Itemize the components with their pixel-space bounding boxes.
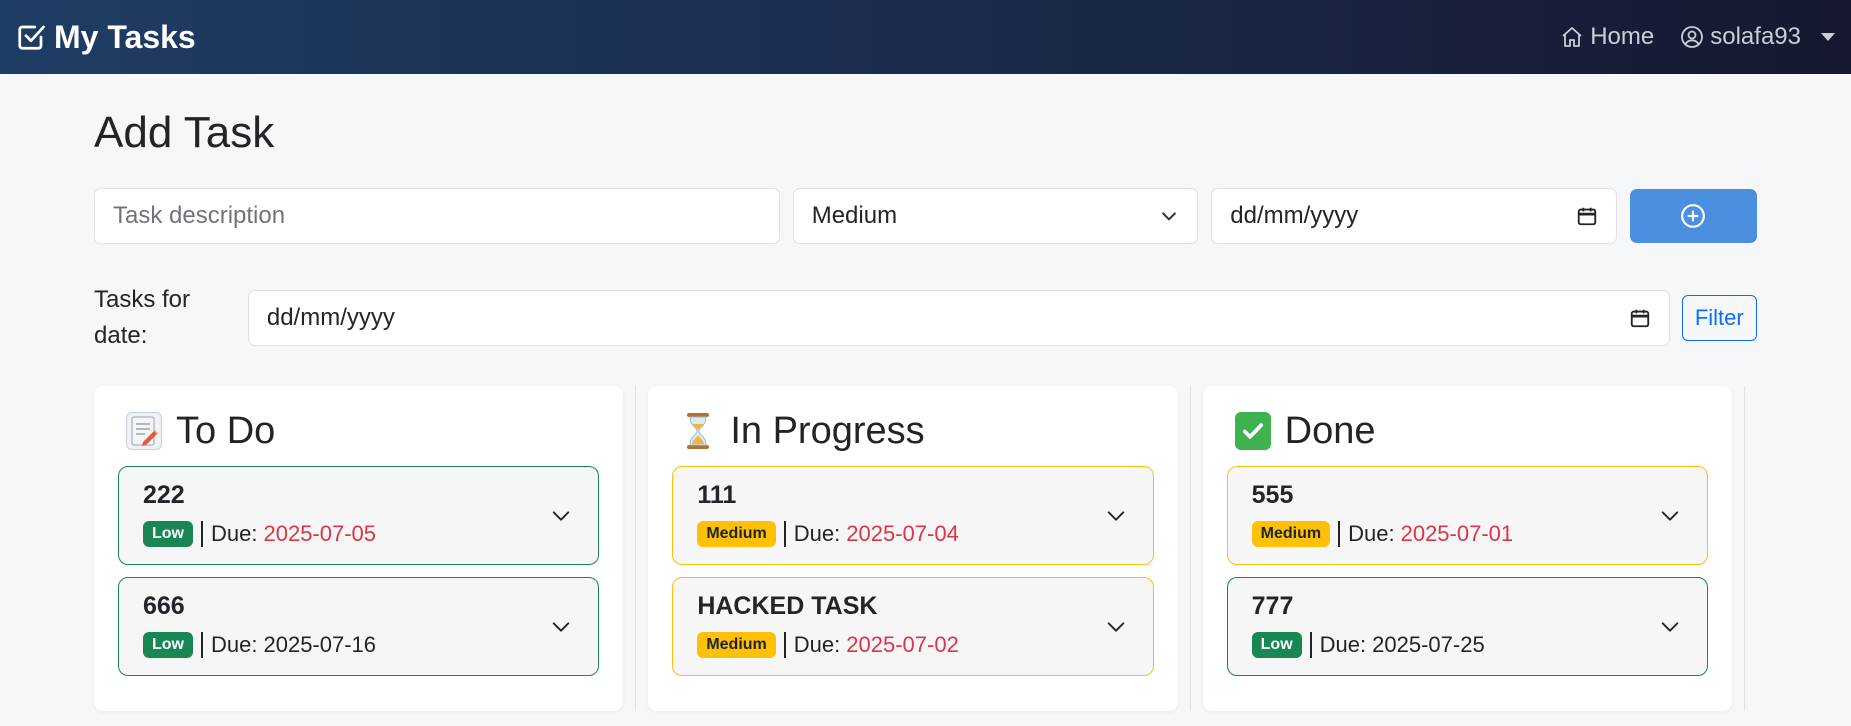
column-separator (635, 386, 637, 711)
due-date: 2025-07-16 (263, 632, 377, 657)
task-card[interactable]: 555 Medium Due: 2025-07-01 (1226, 466, 1709, 565)
priority-select-value: Medium (811, 202, 898, 229)
column-separator (1744, 386, 1745, 711)
column-in-progress: In Progress 111 Medium Due: 2025-07-04 H… (648, 386, 1178, 711)
divider (201, 632, 203, 658)
task-title: 111 (697, 481, 737, 509)
filter-date-input[interactable]: dd/mm/yyyy (247, 290, 1670, 346)
person-circle-icon (1681, 26, 1704, 48)
task-meta: Medium Due: 2025-07-01 (1251, 521, 1683, 547)
divider (783, 632, 786, 658)
column-title: Done (1284, 409, 1376, 452)
chevron-down-icon[interactable] (550, 505, 572, 527)
priority-badge: Medium (697, 632, 776, 658)
caret-down-icon (1821, 33, 1835, 41)
task-card[interactable]: HACKED TASK Medium Due: 2025-07-02 (672, 577, 1154, 676)
chevron-down-icon (1162, 212, 1177, 221)
chevron-down-icon[interactable] (550, 616, 572, 638)
priority-select[interactable]: Medium (792, 188, 1199, 244)
user-label: solafa93 (1710, 23, 1801, 50)
priority-badge: Low (143, 632, 193, 658)
due-label: Due: (211, 521, 258, 546)
chevron-down-icon[interactable] (1105, 616, 1127, 638)
due-date: 2025-07-02 (846, 632, 959, 657)
user-menu[interactable]: solafa93 (1680, 23, 1835, 51)
priority-badge: Low (143, 521, 193, 547)
chevron-down-icon[interactable] (1659, 505, 1681, 527)
column-header: To Do (126, 408, 599, 454)
task-title: 777 (1251, 592, 1294, 620)
home-label: Home (1590, 23, 1655, 50)
task-meta: Medium Due: 2025-07-02 (697, 632, 1128, 658)
due-date-input[interactable]: dd/mm/yyyy (1211, 188, 1617, 244)
column-header: In Progress (680, 408, 1153, 454)
home-link[interactable]: Home (1560, 23, 1654, 51)
brand-label: My Tasks (54, 18, 196, 55)
task-meta: Low Due: 2025-07-05 (143, 521, 574, 547)
due-label: Due: (211, 632, 258, 657)
add-task-button[interactable] (1629, 189, 1757, 243)
main: Add Task Task description Medium dd/mm/y… (0, 108, 1851, 711)
divider (1338, 521, 1341, 547)
checkbox-icon (18, 25, 45, 50)
check-mark-button-icon (1234, 412, 1271, 450)
due-label: Due: (793, 632, 841, 657)
filter-date-placeholder: dd/mm/yyyy (266, 304, 395, 331)
task-card[interactable]: 222 Low Due: 2025-07-05 (118, 466, 600, 565)
nav-right: Home solafa93 (1560, 23, 1835, 51)
chevron-down-icon[interactable] (1659, 616, 1681, 638)
task-meta: Medium Due: 2025-07-04 (697, 521, 1128, 547)
task-meta: Low Due: 2025-07-16 (143, 632, 574, 658)
priority-badge: Medium (697, 521, 776, 547)
priority-badge: Low (1251, 632, 1302, 658)
priority-badge: Medium (1251, 521, 1331, 547)
due-label: Due: (1319, 632, 1367, 657)
column-done: Done 555 Medium Due: 2025-07-01 777 Low … (1202, 386, 1733, 711)
memo-icon (126, 412, 162, 450)
plus-circle-icon (1681, 204, 1706, 228)
brand[interactable]: My Tasks (16, 19, 196, 56)
task-description-input[interactable]: Task description (94, 188, 780, 244)
column-separator (1189, 386, 1191, 711)
divider (201, 521, 203, 547)
task-card[interactable]: 777 Low Due: 2025-07-25 (1226, 577, 1709, 676)
due-date: 2025-07-05 (263, 521, 377, 546)
column-todo: To Do 222 Low Due: 2025-07-05 666 Low Du… (94, 386, 624, 711)
due-date: 2025-07-01 (1400, 521, 1514, 546)
task-title: 222 (143, 481, 185, 509)
task-title: 666 (143, 592, 185, 620)
task-card[interactable]: 111 Medium Due: 2025-07-04 (672, 466, 1154, 565)
filter-button[interactable]: Filter (1681, 295, 1757, 341)
column-title: In Progress (730, 409, 925, 452)
due-date: 2025-07-25 (1372, 632, 1485, 657)
house-icon (1562, 27, 1582, 47)
column-title: To Do (176, 409, 276, 452)
filter-form: Tasks for date: dd/mm/yyyy Filter (94, 282, 1757, 354)
kanban-board: To Do 222 Low Due: 2025-07-05 666 Low Du… (94, 386, 1757, 711)
divider (783, 521, 786, 547)
calendar-icon[interactable] (1629, 307, 1651, 329)
task-card[interactable]: 666 Low Due: 2025-07-16 (118, 577, 600, 676)
task-title: HACKED TASK (697, 592, 878, 620)
task-title: 555 (1251, 481, 1294, 509)
due-label: Due: (793, 521, 841, 546)
task-description-placeholder: Task description (113, 202, 286, 229)
navbar: My Tasks Home solafa93 (0, 0, 1851, 74)
filter-label: Tasks for date: (94, 286, 191, 349)
task-meta: Low Due: 2025-07-25 (1251, 632, 1683, 658)
calendar-icon[interactable] (1576, 205, 1598, 227)
due-date: 2025-07-04 (846, 521, 959, 546)
hourglass-icon (680, 412, 716, 450)
column-header: Done (1234, 408, 1708, 454)
due-date-placeholder: dd/mm/yyyy (1230, 202, 1359, 229)
due-label: Due: (1348, 521, 1395, 546)
divider (1309, 632, 1312, 658)
add-task-form: Task description Medium dd/mm/yyyy (94, 188, 1757, 244)
chevron-down-icon[interactable] (1105, 505, 1127, 527)
page-title: Add Task (94, 108, 275, 157)
